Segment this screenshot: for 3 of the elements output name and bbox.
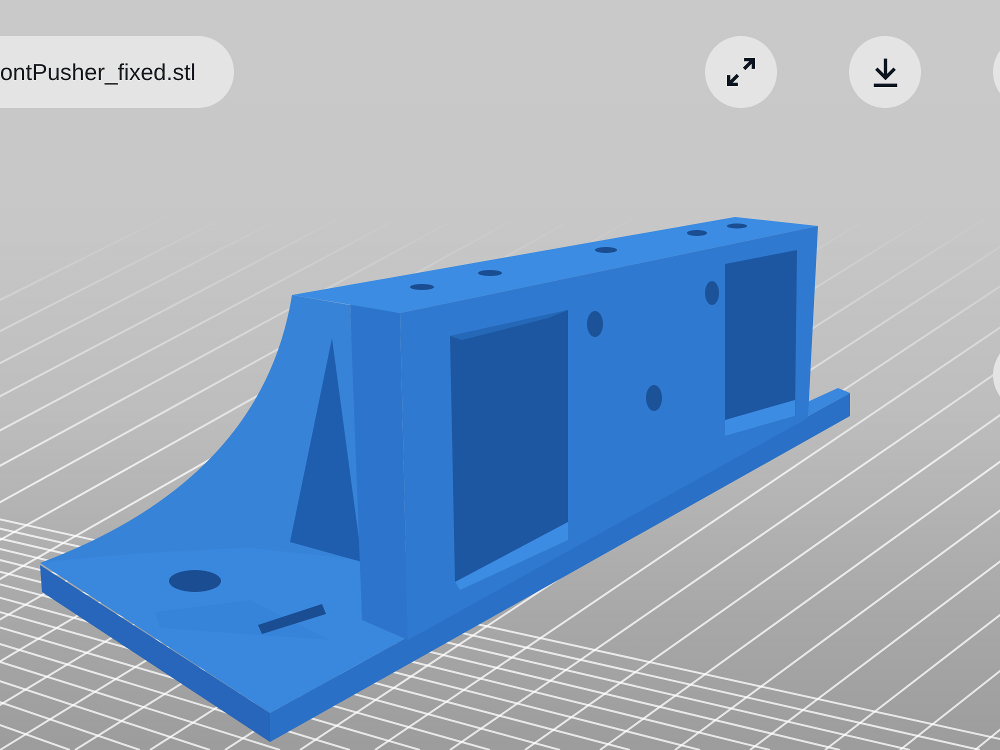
download-icon (872, 57, 898, 87)
file-name: ontPusher_fixed.stl (0, 36, 234, 108)
expand-icon (727, 58, 755, 86)
